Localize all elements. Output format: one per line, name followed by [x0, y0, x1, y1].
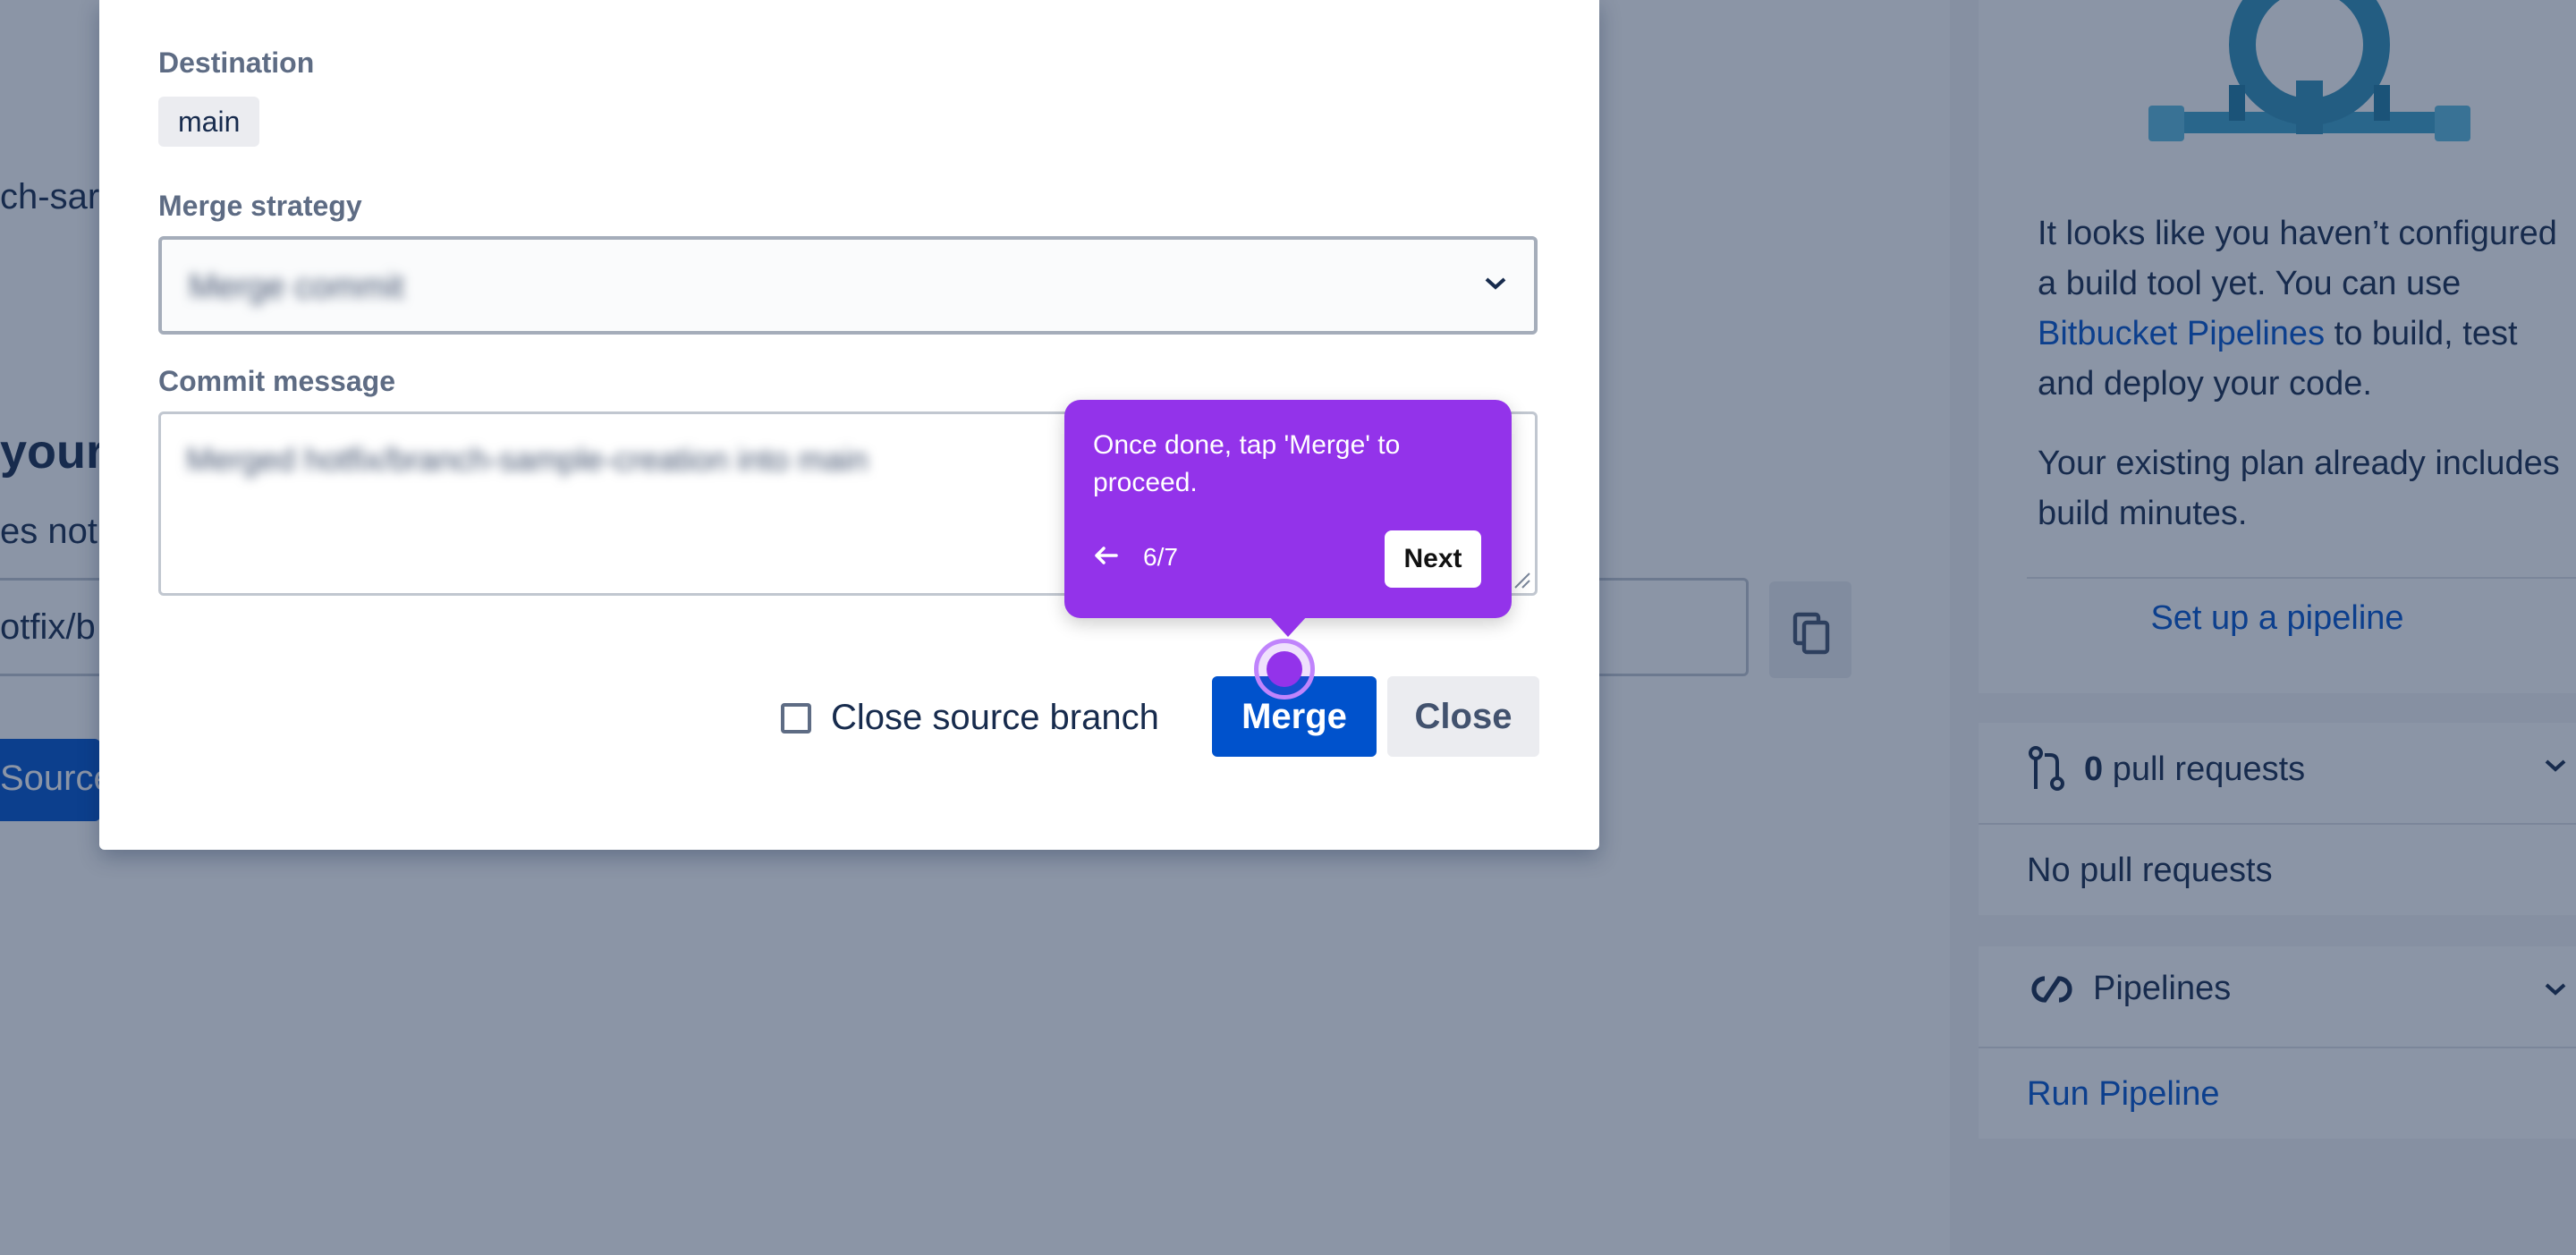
guide-beacon-icon[interactable]	[1254, 639, 1315, 700]
close-source-branch-checkbox[interactable]	[781, 702, 811, 733]
merge-strategy-value: Merge commit	[189, 268, 404, 306]
commit-message-value: Merged hotfix/branch-sample-creation int…	[186, 441, 869, 478]
merge-strategy-select[interactable]: Merge commit	[158, 236, 1538, 335]
close-source-branch-option[interactable]: Close source branch	[781, 698, 1159, 738]
close-source-branch-label[interactable]: Close source branch	[831, 698, 1159, 738]
destination-branch-badge: main	[158, 97, 260, 147]
close-button[interactable]: Close	[1387, 676, 1539, 757]
arrow-left-icon[interactable]	[1089, 539, 1122, 572]
tooltip-next-button[interactable]: Next	[1385, 530, 1481, 588]
tooltip-step-counter: 6/7	[1143, 543, 1178, 571]
tooltip-message: Once done, tap 'Merge' to proceed.	[1093, 430, 1401, 497]
commit-message-label: Commit message	[158, 365, 395, 397]
chevron-down-icon	[1485, 277, 1506, 290]
tooltip-pointer	[1268, 615, 1308, 637]
destination-label: Destination	[158, 47, 315, 79]
merge-strategy-label: Merge strategy	[158, 190, 362, 222]
resize-grip-icon[interactable]	[1512, 570, 1531, 589]
guide-tooltip: Once done, tap 'Merge' to proceed. 6/7 N…	[1064, 400, 1512, 618]
